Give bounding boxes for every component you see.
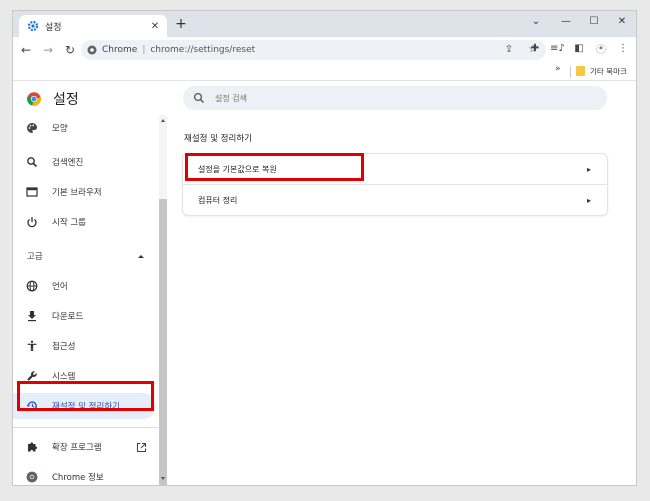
highlight-box-restore-defaults <box>185 153 364 181</box>
palette-icon <box>26 122 38 134</box>
search-icon <box>26 156 38 168</box>
tab-strip: 설정 ✕ + ⌄ — ☐ ✕ <box>13 11 636 37</box>
sidebar-item-label: 접근성 <box>52 342 76 352</box>
extensions-icon[interactable]: ✚ <box>528 41 542 57</box>
site-name: Chrome <box>102 45 138 55</box>
maximize-button[interactable]: ☐ <box>580 14 608 30</box>
sidebar-item-default-browser[interactable]: 기본 브라우저 <box>13 179 158 205</box>
browser-icon <box>26 186 38 198</box>
sidebar-item-label: 다운로드 <box>52 312 84 322</box>
chrome-site-icon <box>87 45 97 55</box>
tab-settings[interactable]: 설정 ✕ <box>19 15 167 37</box>
sidebar-item-about-chrome[interactable]: Chrome 정보 <box>13 464 158 485</box>
chevron-right-icon: ▸ <box>586 195 591 205</box>
other-bookmarks[interactable]: 기타 북마크 <box>590 66 627 77</box>
close-window-button[interactable]: ✕ <box>608 14 636 30</box>
search-input[interactable] <box>215 93 595 103</box>
section-title: 재설정 및 정리하기 <box>184 134 252 144</box>
tab-search-chevron-icon[interactable]: ⌄ <box>522 14 550 30</box>
sidebar-item-appearance[interactable]: 모양 <box>13 115 158 141</box>
minimize-button[interactable]: — <box>552 14 580 30</box>
sidebar-item-label: 언어 <box>52 282 68 292</box>
sidebar-divider <box>13 427 158 428</box>
url-text: chrome://settings/reset <box>150 45 256 55</box>
tab-close-icon[interactable]: ✕ <box>147 21 163 32</box>
bookmarks-bar: » 기타 북마크 <box>13 63 636 81</box>
advanced-section-label: 고급 <box>27 252 43 262</box>
reload-button[interactable]: ↻ <box>61 41 79 59</box>
gear-icon <box>27 20 39 32</box>
back-button[interactable]: ← <box>17 41 35 59</box>
bookmarks-divider <box>570 66 571 78</box>
sidebar-item-search-engine[interactable]: 검색엔진 <box>13 149 158 175</box>
sidebar-item-accessibility[interactable]: 접근성 <box>13 333 158 359</box>
tab-title: 설정 <box>45 22 62 33</box>
download-icon <box>26 310 38 322</box>
sidebar-item-on-startup[interactable]: 시작 그룹 <box>13 209 158 235</box>
sidebar-item-label: 기본 브라우저 <box>52 188 102 198</box>
page-title: 설정 <box>53 92 79 108</box>
forward-button[interactable]: → <box>39 41 57 59</box>
sidebar-item-label: 확장 프로그램 <box>52 443 102 453</box>
sidebar-scrollbar-thumb[interactable] <box>159 199 167 485</box>
scroll-up-arrow-icon[interactable] <box>161 119 165 122</box>
sidebar-item-extensions[interactable]: 확장 프로그램 <box>13 434 158 460</box>
profile-avatar[interactable] <box>594 41 608 57</box>
menu-icon[interactable]: ⋮ <box>616 41 630 57</box>
address-bar[interactable]: Chrome | chrome://settings/reset ⇪ ☆ <box>81 40 546 60</box>
sidebar-item-label: 검색엔진 <box>52 158 84 168</box>
sidebar-item-label: 시작 그룹 <box>52 218 86 228</box>
caret-up-icon <box>138 254 144 258</box>
omnibox-separator: | <box>142 45 146 55</box>
share-icon[interactable]: ⇪ <box>502 42 516 58</box>
clean-up-computer-row[interactable]: 컴퓨터 정리 ▸ <box>183 185 607 215</box>
new-tab-button[interactable]: + <box>173 16 189 32</box>
media-control-icon[interactable]: ≡♪ <box>550 41 565 57</box>
chrome-logo-icon <box>27 91 41 106</box>
folder-icon[interactable] <box>576 66 585 76</box>
open-in-new-icon[interactable] <box>136 442 147 453</box>
sidebar-item-label: 모양 <box>52 124 68 134</box>
row-label: 컴퓨터 정리 <box>198 195 238 205</box>
chrome-icon <box>26 471 38 483</box>
browser-window: 설정 ✕ + ⌄ — ☐ ✕ ← → ↻ Chrome | chrome://s… <box>12 10 637 486</box>
side-panel-icon[interactable]: ◧ <box>572 41 586 57</box>
highlight-box-reset-sidebar <box>17 381 154 411</box>
puzzle-icon <box>26 441 38 453</box>
globe-icon <box>26 280 38 292</box>
sidebar-item-label: Chrome 정보 <box>52 473 104 483</box>
sidebar-item-downloads[interactable]: 다운로드 <box>13 303 158 329</box>
scroll-down-arrow-icon[interactable] <box>161 477 165 480</box>
sidebar: 모양 검색엔진 기본 브라우저 시작 그룹 고급 언어 다운로드 접근성 시스템… <box>13 115 168 485</box>
power-icon <box>26 216 38 228</box>
sidebar-advanced-toggle[interactable]: 고급 <box>13 243 158 269</box>
toolbar: ← → ↻ Chrome | chrome://settings/reset ⇪… <box>13 37 636 63</box>
chevron-right-icon: ▸ <box>586 164 591 174</box>
sidebar-item-languages[interactable]: 언어 <box>13 273 158 299</box>
search-icon <box>193 92 205 104</box>
bookmarks-overflow-icon[interactable]: » <box>555 64 561 74</box>
settings-search[interactable] <box>183 86 607 110</box>
accessibility-icon <box>26 340 38 352</box>
